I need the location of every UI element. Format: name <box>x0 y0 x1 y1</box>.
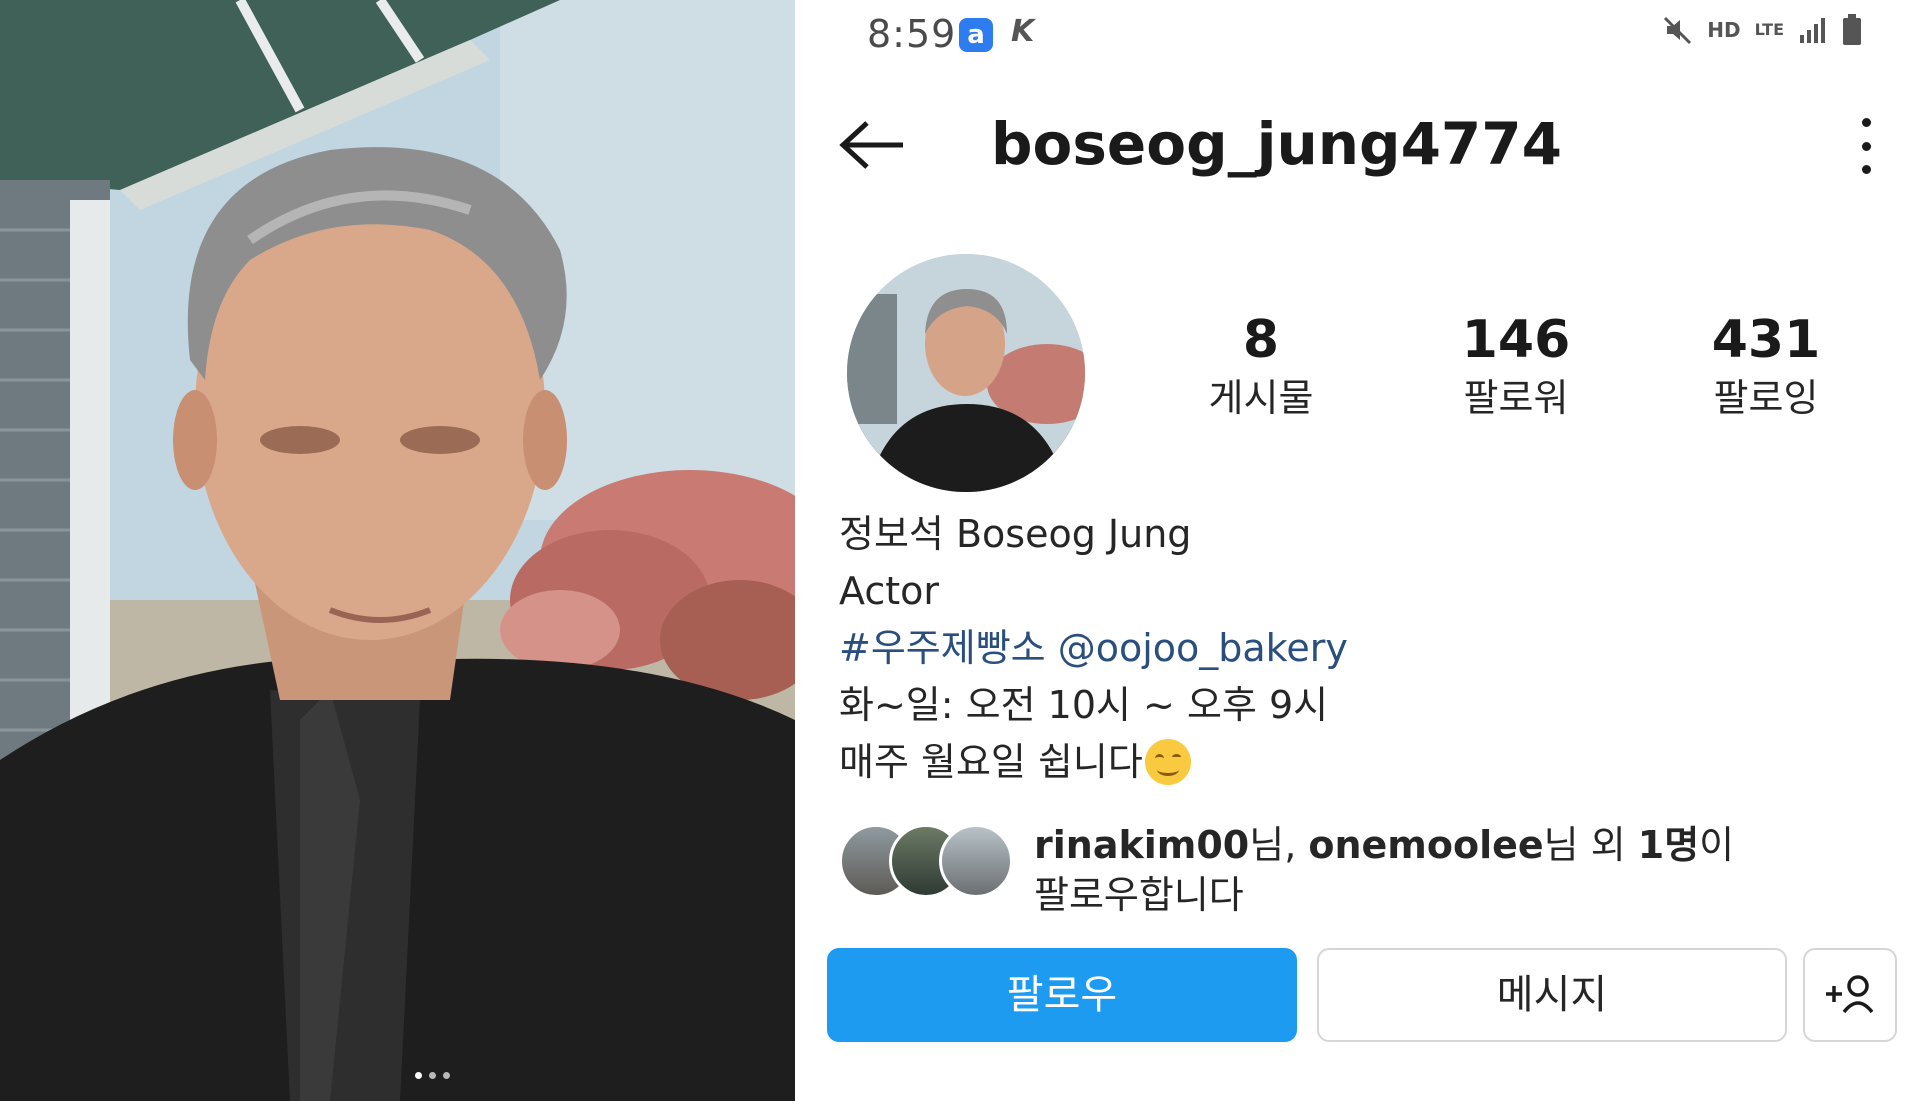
follower-username-1: rinakim00 <box>1034 823 1250 867</box>
stat-following-count: 431 <box>1711 310 1821 370</box>
app-notification-k-icon: K <box>1011 14 1035 49</box>
hd-indicator: HD <box>1707 18 1741 42</box>
bio-category: Actor <box>839 569 939 613</box>
carousel-dot <box>429 1072 436 1079</box>
status-time: 8:59 <box>867 12 957 56</box>
bio-name: 정보석 Boseog Jung <box>839 512 1192 556</box>
profile-header: boseog_jung4774 <box>801 100 1920 190</box>
followed-by-sep3: 이 <box>1699 823 1735 867</box>
arrow-left-icon[interactable] <box>837 120 907 170</box>
avatar-image <box>847 254 1085 492</box>
follower-avatars <box>839 824 1029 898</box>
profile-avatar[interactable] <box>847 254 1085 492</box>
profile-stats: 8 게시물 146 팔로워 431 팔로잉 <box>1161 310 1881 440</box>
suggested-users-button[interactable] <box>1803 948 1897 1042</box>
bio-links[interactable]: #우주제빵소 @oojoo_bakery <box>839 620 1889 677</box>
signal-icon <box>1800 18 1825 43</box>
profile-actions: 팔로우 메시지 <box>827 948 1897 1042</box>
carousel-dot <box>443 1072 450 1079</box>
post-photo[interactable] <box>0 0 795 1101</box>
lte-indicator: LTE <box>1754 20 1784 39</box>
app-notification-icon: a <box>959 18 993 52</box>
follower-others-count: 1명 <box>1637 823 1700 867</box>
follower-avatar <box>939 824 1013 898</box>
more-vertical-icon[interactable] <box>1858 118 1874 174</box>
bio-hours: 화~일: 오전 10시 ~ 오후 9시 <box>839 683 1329 727</box>
carousel-indicator <box>415 1072 450 1079</box>
battery-icon <box>1843 14 1861 45</box>
follow-button[interactable]: 팔로우 <box>827 948 1297 1042</box>
profile-bio: 정보석 Boseog Jung Actor #우주제빵소 @oojoo_bake… <box>839 506 1889 791</box>
followed-by-sep2: 님 외 <box>1543 823 1638 867</box>
bio-closed-line: 매주 월요일 쉽니다 <box>839 734 1889 791</box>
followed-by-line1: rinakim00님, onemoolee님 외 1명이 <box>1034 820 1734 870</box>
status-bar: 8:59 a K HD LTE <box>801 0 1920 70</box>
stat-posts-count: 8 <box>1242 310 1280 370</box>
mute-icon <box>1664 16 1692 45</box>
add-person-icon <box>1826 974 1874 1013</box>
stat-posts[interactable]: 8 게시물 <box>1161 310 1361 426</box>
bio-closed: 매주 월요일 쉽니다 <box>839 740 1143 784</box>
smiling-face-icon <box>1144 739 1191 785</box>
follower-username-2: onemoolee <box>1308 823 1544 867</box>
stat-posts-label: 게시물 <box>1208 376 1314 420</box>
status-icons: HD LTE <box>1663 14 1862 46</box>
carousel-dot-active <box>415 1072 422 1079</box>
stat-following[interactable]: 431 팔로잉 <box>1666 310 1866 426</box>
profile-username: boseog_jung4774 <box>991 110 1562 178</box>
stat-followers[interactable]: 146 팔로워 <box>1416 310 1616 426</box>
portrait-image <box>0 0 795 1101</box>
profile-panel: 8:59 a K HD LTE boseog_jung4774 8 게시물 14… <box>801 0 1920 1101</box>
message-button[interactable]: 메시지 <box>1317 948 1787 1042</box>
stat-following-label: 팔로잉 <box>1713 376 1819 420</box>
stat-followers-label: 팔로워 <box>1463 376 1569 420</box>
stat-followers-count: 146 <box>1461 310 1571 370</box>
followed-by-text: rinakim00님, onemoolee님 외 1명이 팔로우합니다 <box>1034 820 1734 920</box>
followed-by-sep1: 님, <box>1249 823 1309 867</box>
followed-by-line2: 팔로우합니다 <box>1034 873 1244 917</box>
followed-by[interactable]: rinakim00님, onemoolee님 외 1명이 팔로우합니다 <box>839 820 1889 920</box>
